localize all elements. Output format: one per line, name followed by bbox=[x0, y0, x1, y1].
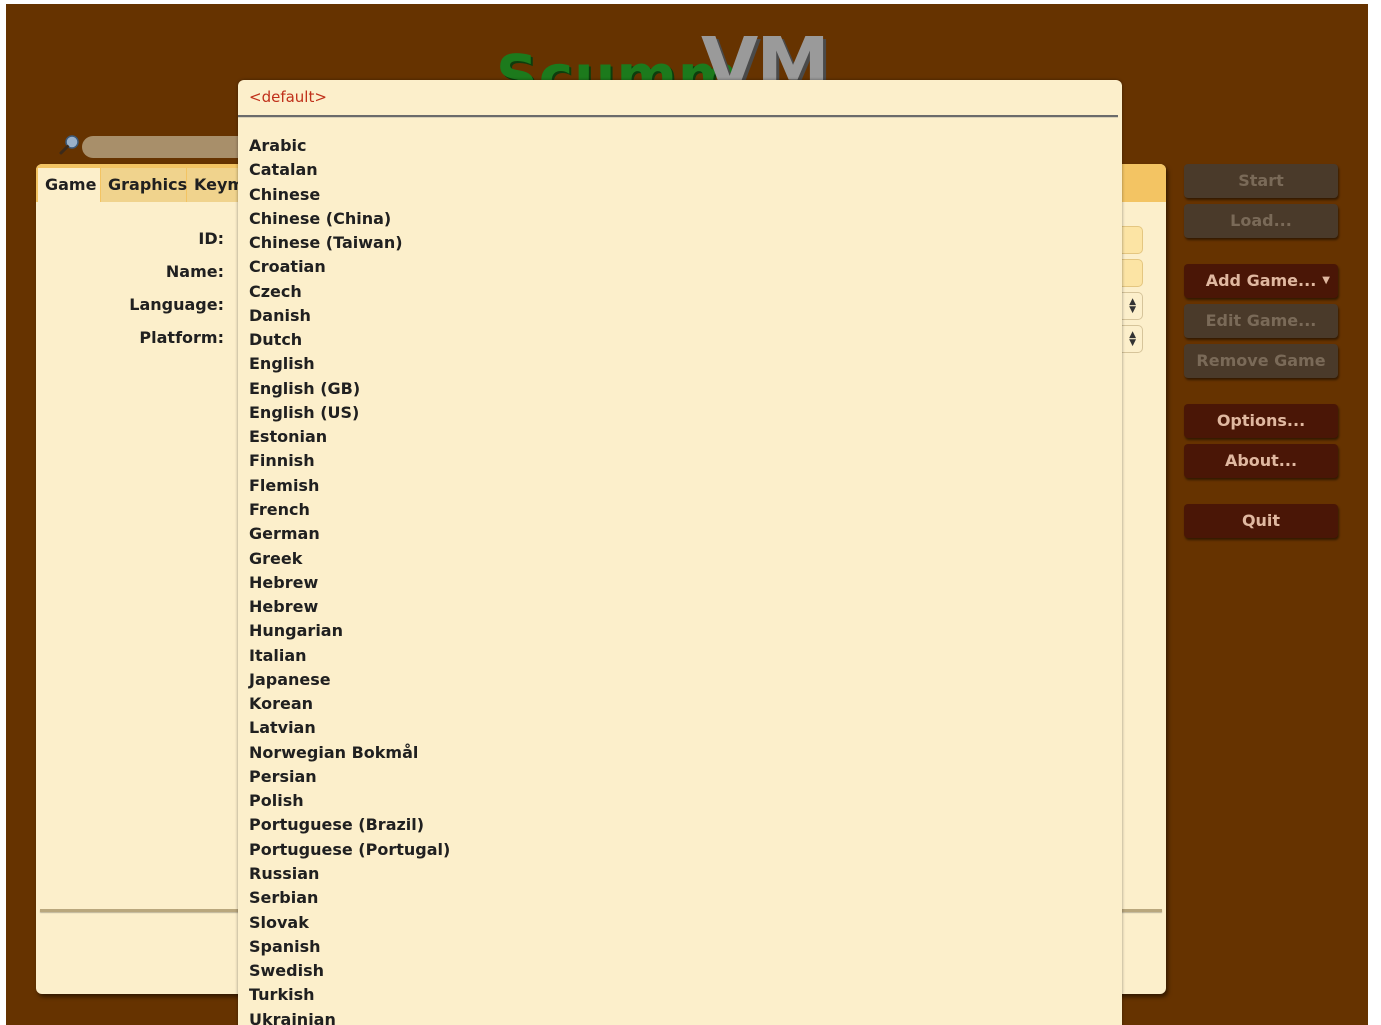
language-label: Language: bbox=[129, 295, 224, 314]
popup-option[interactable]: Spanish bbox=[249, 935, 450, 959]
popup-option[interactable]: Portuguese (Portugal) bbox=[249, 838, 450, 862]
popup-option[interactable]: Korean bbox=[249, 692, 450, 716]
load-button[interactable]: Load... bbox=[1184, 204, 1338, 238]
search-input[interactable] bbox=[82, 136, 252, 158]
popup-option[interactable]: Turkish bbox=[249, 983, 450, 1007]
popup-option[interactable]: Estonian bbox=[249, 425, 450, 449]
popup-option[interactable]: Hebrew bbox=[249, 595, 450, 619]
popup-option[interactable]: Catalan bbox=[249, 158, 450, 182]
tab-game[interactable]: Game bbox=[38, 168, 100, 202]
logo-vm-text: VM bbox=[701, 22, 830, 88]
popup-option[interactable]: Portuguese (Brazil) bbox=[249, 813, 450, 837]
popup-option[interactable]: German bbox=[249, 522, 450, 546]
popup-option[interactable]: Dutch bbox=[249, 328, 450, 352]
remove-game-button[interactable]: Remove Game bbox=[1184, 344, 1338, 378]
popup-option[interactable]: Latvian bbox=[249, 716, 450, 740]
popup-option[interactable]: Chinese (Taiwan) bbox=[249, 231, 450, 255]
add-game-button[interactable]: Add Game... ▼ bbox=[1184, 264, 1338, 298]
popup-option[interactable]: Swedish bbox=[249, 959, 450, 983]
popup-option[interactable]: Norwegian Bokmål bbox=[249, 741, 450, 765]
popup-option[interactable]: Flemish bbox=[249, 474, 450, 498]
popup-option[interactable]: Danish bbox=[249, 304, 450, 328]
popup-option[interactable]: Hebrew bbox=[249, 571, 450, 595]
language-options: Arabic Catalan Chinese Chinese (China) C… bbox=[249, 134, 450, 1025]
popup-separator bbox=[238, 115, 1118, 118]
chevron-down-icon[interactable]: ▼ bbox=[1322, 264, 1330, 298]
id-label: ID: bbox=[198, 229, 224, 248]
select-arrows-icon: ▲ ▼ bbox=[1129, 330, 1136, 348]
popup-option[interactable]: Croatian bbox=[249, 255, 450, 279]
popup-option-default[interactable]: <default> bbox=[249, 88, 327, 106]
search-icon bbox=[59, 135, 79, 155]
popup-option[interactable]: Chinese bbox=[249, 183, 450, 207]
options-button[interactable]: Options... bbox=[1184, 404, 1338, 438]
name-label: Name: bbox=[165, 262, 224, 281]
about-button[interactable]: About... bbox=[1184, 444, 1338, 478]
start-button[interactable]: Start bbox=[1184, 164, 1338, 198]
popup-option[interactable]: Hungarian bbox=[249, 619, 450, 643]
popup-option[interactable]: Slovak bbox=[249, 911, 450, 935]
popup-option[interactable]: Greek bbox=[249, 547, 450, 571]
quit-button[interactable]: Quit bbox=[1184, 504, 1338, 538]
tab-graphics[interactable]: Graphics bbox=[101, 168, 187, 202]
popup-option[interactable]: French bbox=[249, 498, 450, 522]
popup-option[interactable]: Czech bbox=[249, 280, 450, 304]
popup-option[interactable]: Polish bbox=[249, 789, 450, 813]
popup-option[interactable]: Russian bbox=[249, 862, 450, 886]
edit-game-button[interactable]: Edit Game... bbox=[1184, 304, 1338, 338]
popup-option[interactable]: Arabic bbox=[249, 134, 450, 158]
launcher-screen: Scumm VM Game Graphics Keym ID: Name: La… bbox=[6, 4, 1368, 1025]
add-game-label: Add Game... bbox=[1205, 271, 1317, 290]
popup-option[interactable]: English (GB) bbox=[249, 377, 450, 401]
select-arrows-icon: ▲ ▼ bbox=[1129, 297, 1136, 315]
popup-option[interactable]: Persian bbox=[249, 765, 450, 789]
popup-option[interactable]: Chinese (China) bbox=[249, 207, 450, 231]
popup-option[interactable]: Italian bbox=[249, 644, 450, 668]
popup-option[interactable]: Ukrainian bbox=[249, 1008, 450, 1025]
popup-option[interactable]: Serbian bbox=[249, 886, 450, 910]
popup-option[interactable]: English bbox=[249, 352, 450, 376]
language-popup-list[interactable]: <default> Arabic Catalan Chinese Chinese… bbox=[238, 80, 1122, 1025]
popup-option[interactable]: Japanese bbox=[249, 668, 450, 692]
platform-label: Platform: bbox=[139, 328, 224, 347]
scummvm-logo: Scumm VM bbox=[496, 18, 876, 88]
popup-option[interactable]: English (US) bbox=[249, 401, 450, 425]
popup-option[interactable]: Finnish bbox=[249, 449, 450, 473]
